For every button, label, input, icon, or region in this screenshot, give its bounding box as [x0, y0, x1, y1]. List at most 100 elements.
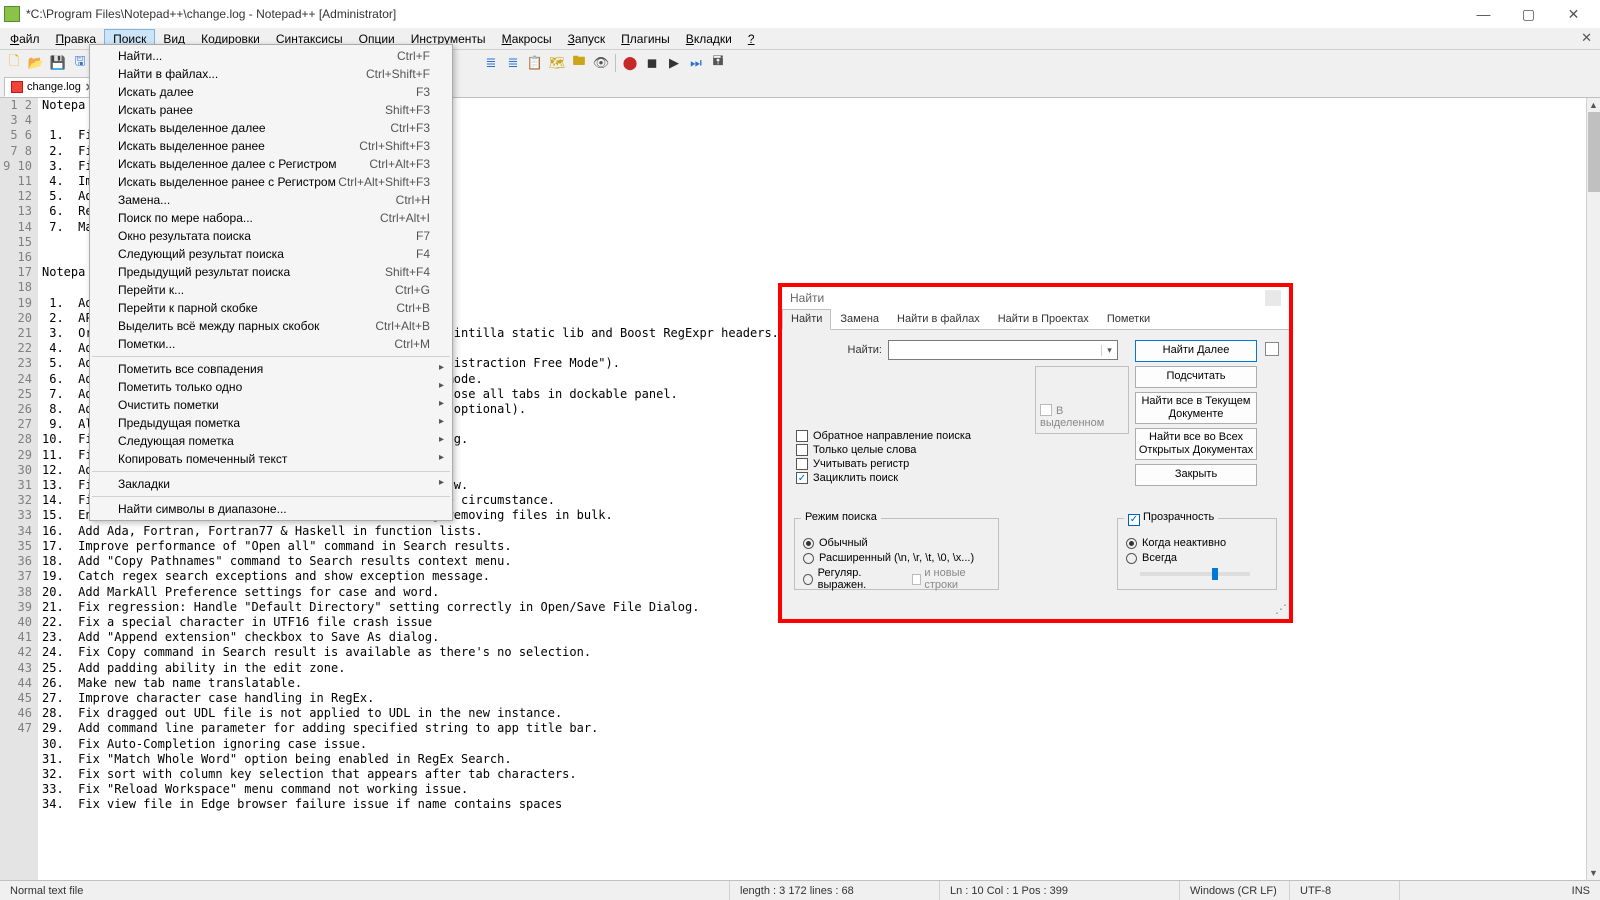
menu-item[interactable]: Найти в файлах...Ctrl+Shift+F: [90, 65, 452, 83]
backward-check[interactable]: Обратное направление поиска: [796, 430, 971, 442]
status-position: Ln : 10 Col : 1 Pos : 399: [940, 881, 1180, 900]
scroll-down-icon[interactable]: ▼: [1587, 866, 1600, 880]
menu-item[interactable]: Очистить пометки: [90, 396, 452, 414]
match-case-check[interactable]: Учитывать регистр: [796, 458, 971, 470]
find-tab-2[interactable]: Найти в файлах: [888, 309, 989, 329]
menu-item[interactable]: Искать далееF3: [90, 83, 452, 101]
mode-extended-radio[interactable]: Расширенный (\n, \r, \t, \0, \x...): [803, 552, 990, 564]
menu-item[interactable]: Следующий результат поискаF4: [90, 245, 452, 263]
play-multi-icon[interactable]: ⏭: [686, 53, 706, 73]
find-dialog-title: Найти: [790, 291, 824, 305]
scroll-up-icon[interactable]: ▲: [1587, 98, 1600, 112]
secondary-close-button[interactable]: ✕: [1575, 28, 1598, 48]
menu-item[interactable]: Искать ранееShift+F3: [90, 101, 452, 119]
file-modified-icon: [11, 81, 23, 93]
new-file-icon[interactable]: 🗋: [4, 53, 24, 73]
find-dialog-title-bar[interactable]: Найти: [782, 287, 1289, 309]
scroll-thumb[interactable]: [1588, 112, 1600, 192]
trans-always-radio[interactable]: Всегда: [1126, 552, 1268, 564]
mode-normal-radio[interactable]: Обычный: [803, 537, 990, 549]
search-mode-legend: Режим поиска: [801, 511, 881, 523]
transparency-slider[interactable]: [1140, 572, 1250, 576]
tab-changelog[interactable]: change.log ✕: [4, 77, 101, 97]
close-button[interactable]: Закрыть: [1135, 464, 1257, 486]
trans-inactive-radio[interactable]: Когда неактивно: [1126, 537, 1268, 549]
menu-item[interactable]: Искать выделенное ранееCtrl+Shift+F3: [90, 137, 452, 155]
menu-файл[interactable]: Файл: [2, 30, 48, 48]
status-type: Normal text file: [0, 881, 730, 900]
transparency-check[interactable]: ✓: [1128, 514, 1140, 526]
status-encoding: UTF-8: [1290, 881, 1400, 900]
count-button[interactable]: Подсчитать: [1135, 366, 1257, 388]
find-all-current-button[interactable]: Найти все в Текущем Документе: [1135, 392, 1257, 424]
indent-icon[interactable]: ≣: [481, 53, 501, 73]
menu-?[interactable]: ?: [740, 30, 763, 48]
transparency-legend: ✓Прозрачность: [1124, 511, 1218, 526]
menu-item[interactable]: Искать выделенное далее с РегистромCtrl+…: [90, 155, 452, 173]
play-macro-icon[interactable]: ▶: [664, 53, 684, 73]
menu-item[interactable]: Искать выделенное ранее с РегистромCtrl+…: [90, 173, 452, 191]
close-button[interactable]: ✕: [1551, 0, 1596, 28]
doc-map-icon[interactable]: 🗺: [547, 53, 567, 73]
dialog-close-icon[interactable]: [1265, 290, 1281, 306]
menu-item[interactable]: Копировать помеченный текст: [90, 450, 452, 468]
find-tab-1[interactable]: Замена: [831, 309, 888, 329]
find-dialog: Найти НайтиЗаменаНайти в файлахНайти в П…: [778, 283, 1293, 623]
record-macro-icon[interactable]: ⬤: [620, 53, 640, 73]
find-label: Найти:: [792, 344, 882, 356]
find-all-open-button[interactable]: Найти все во Всех Открытых Документах: [1135, 428, 1257, 460]
maximize-button[interactable]: ▢: [1506, 0, 1551, 28]
title-bar: *C:\Program Files\Notepad++\change.log -…: [0, 0, 1600, 28]
resize-grip-icon[interactable]: ⋰: [1275, 602, 1287, 616]
open-file-icon[interactable]: 📂: [26, 53, 46, 73]
find-tab-3[interactable]: Найти в Проектах: [989, 309, 1098, 329]
dropdown-icon[interactable]: ▾: [1101, 345, 1117, 356]
status-ins: INS: [1400, 881, 1600, 900]
menu-item[interactable]: Перейти к...Ctrl+G: [90, 281, 452, 299]
outdent-icon[interactable]: ≣: [503, 53, 523, 73]
find-dialog-tabs: НайтиЗаменаНайти в файлахНайти в Проекта…: [782, 309, 1289, 330]
menu-item[interactable]: Выделить всё между парных скобокCtrl+Alt…: [90, 317, 452, 335]
menu-item[interactable]: Закладки: [90, 475, 452, 493]
whole-word-check[interactable]: Только целые слова: [796, 444, 971, 456]
menu-item[interactable]: Следующая пометка: [90, 432, 452, 450]
in-selection-box: В выделенном: [1035, 366, 1129, 434]
menu-item[interactable]: Пометить все совпадения: [90, 360, 452, 378]
app-icon: [4, 6, 20, 22]
menu-плагины[interactable]: Плагины: [613, 30, 678, 48]
minimize-button[interactable]: —: [1461, 0, 1506, 28]
monitor-icon[interactable]: 👁: [591, 53, 611, 73]
menu-item[interactable]: Поиск по мере набора...Ctrl+Alt+I: [90, 209, 452, 227]
menu-item[interactable]: Предыдущая пометка: [90, 414, 452, 432]
find-next-button[interactable]: Найти Далее: [1135, 340, 1257, 362]
find-input[interactable]: ▾: [888, 340, 1118, 360]
search-menu-dropdown: Найти...Ctrl+FНайти в файлах...Ctrl+Shif…: [89, 44, 453, 521]
save-macro-icon[interactable]: 🖬: [708, 53, 728, 73]
wrap-check[interactable]: ✓Зациклить поиск: [796, 472, 971, 484]
menu-item[interactable]: Искать выделенное далееCtrl+F3: [90, 119, 452, 137]
find-tab-4[interactable]: Пометки: [1098, 309, 1159, 329]
menu-item[interactable]: Окно результата поискаF7: [90, 227, 452, 245]
find-tab-0[interactable]: Найти: [782, 309, 831, 330]
menu-item[interactable]: Пометки...Ctrl+M: [90, 335, 452, 353]
menu-item[interactable]: Пометить только одно: [90, 378, 452, 396]
save-icon[interactable]: 💾: [48, 53, 68, 73]
menu-item[interactable]: Предыдущий результат поискаShift+F4: [90, 263, 452, 281]
folder-icon[interactable]: 🖿: [569, 53, 589, 73]
menu-вкладки[interactable]: Вкладки: [678, 30, 740, 48]
status-eol: Windows (CR LF): [1180, 881, 1290, 900]
menu-item[interactable]: Замена...Ctrl+H: [90, 191, 452, 209]
menu-item[interactable]: Найти символы в диапазоне...: [90, 500, 452, 518]
menu-item[interactable]: Найти...Ctrl+F: [90, 47, 452, 65]
direction-toggle[interactable]: [1265, 342, 1279, 356]
vertical-scrollbar[interactable]: ▲ ▼: [1586, 98, 1600, 880]
menu-item[interactable]: Перейти к парной скобкеCtrl+B: [90, 299, 452, 317]
menu-запуск[interactable]: Запуск: [560, 30, 614, 48]
status-length: length : 3 172 lines : 68: [730, 881, 940, 900]
save-all-icon[interactable]: 🖫: [70, 53, 90, 73]
menu-макросы[interactable]: Макросы: [494, 30, 560, 48]
stop-macro-icon[interactable]: ◼: [642, 53, 662, 73]
func-list-icon[interactable]: 📋: [525, 53, 545, 73]
in-selection-checkbox: [1040, 404, 1052, 416]
mode-regex-radio[interactable]: Регуляр. выражен.и новые строки: [803, 567, 990, 591]
